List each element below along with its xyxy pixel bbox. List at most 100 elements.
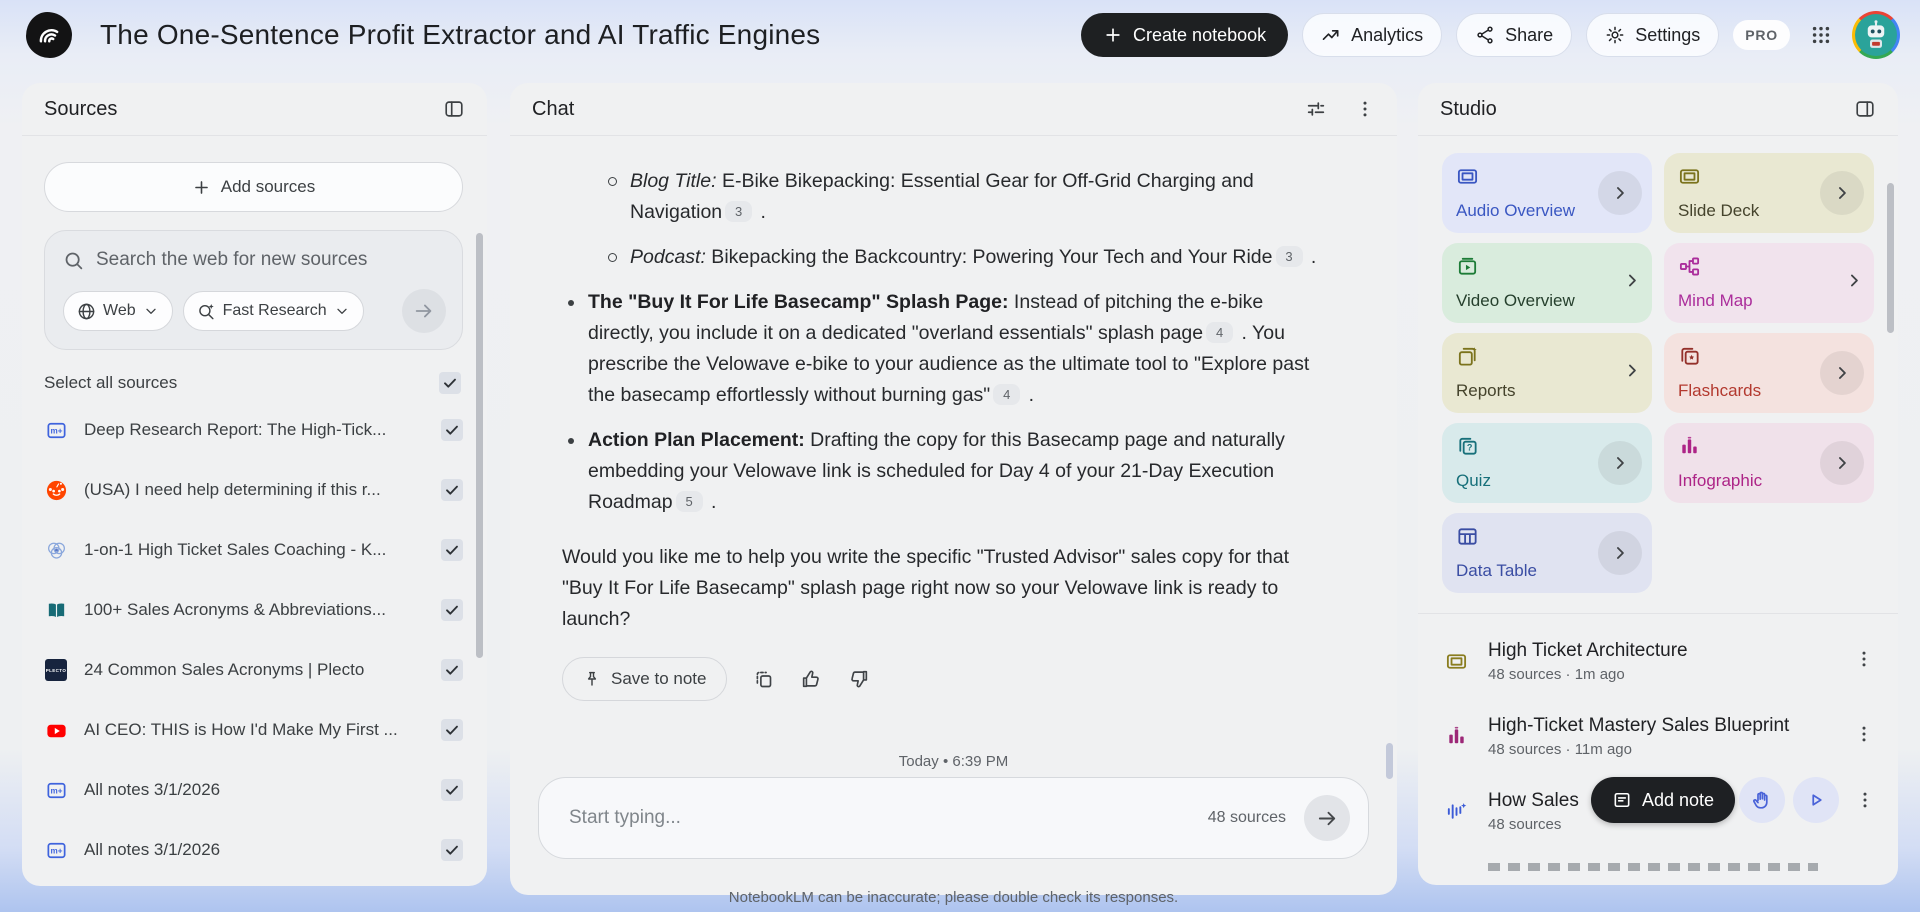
pin-icon (583, 670, 601, 688)
copy-icon[interactable] (753, 669, 774, 690)
send-message-button[interactable] (1304, 795, 1350, 841)
source-checkbox[interactable] (441, 659, 463, 681)
notebooklm-logo-icon[interactable] (26, 12, 72, 58)
data-table-icon (1456, 525, 1479, 553)
user-avatar[interactable] (1852, 11, 1900, 59)
chat-input[interactable]: Start typing... 48 sources (538, 777, 1369, 859)
studio-list-item[interactable]: High-Ticket Mastery Sales Blueprint 48 so… (1442, 699, 1874, 774)
source-list-item[interactable]: (USA) I need help determining if this r.… (44, 460, 463, 520)
chevron-right-icon[interactable] (1598, 441, 1642, 485)
svg-text:m+: m+ (50, 426, 62, 435)
play-audio-button[interactable] (1793, 777, 1840, 823)
reports-icon (1456, 345, 1479, 373)
citation-chip[interactable]: 4 (1206, 322, 1234, 343)
book-icon (44, 598, 68, 622)
slide-deck-icon (1442, 650, 1470, 673)
source-list-item[interactable]: m+ Deep Research Report: The High-Tick... (44, 400, 463, 460)
chevron-right-icon[interactable] (1598, 171, 1642, 215)
citation-chip[interactable]: 3 (1275, 246, 1303, 267)
sources-scrollbar[interactable] (476, 233, 483, 658)
chevron-right-icon[interactable] (1820, 171, 1864, 215)
add-sources-button[interactable]: Add sources (44, 162, 463, 212)
studio-item-menu-icon[interactable] (1855, 790, 1875, 810)
studio-card-reports[interactable]: Reports (1442, 333, 1652, 413)
chat-scrollbar[interactable] (1386, 743, 1393, 779)
studio-card-quiz[interactable]: ? Quiz (1442, 423, 1652, 503)
web-search-box[interactable]: Search the web for new sources Web Fast … (44, 230, 463, 350)
search-submit-button[interactable] (402, 289, 446, 333)
note-icon (1612, 790, 1632, 810)
chevron-right-icon[interactable] (1820, 441, 1864, 485)
share-button[interactable]: Share (1456, 13, 1573, 57)
source-checkbox[interactable] (441, 779, 463, 801)
thumbs-down-icon[interactable] (848, 668, 870, 690)
interactive-mode-button[interactable] (1739, 777, 1786, 823)
thumbs-up-icon[interactable] (800, 668, 822, 690)
analytics-button[interactable]: Analytics (1302, 13, 1443, 57)
citation-chip[interactable]: 3 (725, 201, 753, 222)
chat-settings-tune-icon[interactable] (1305, 98, 1327, 120)
notebook-title[interactable]: The One-Sentence Profit Extractor and AI… (100, 19, 820, 51)
source-checkbox[interactable] (441, 719, 463, 741)
chevron-right-icon[interactable] (1844, 271, 1864, 296)
source-title: Deep Research Report: The High-Tick... (84, 420, 387, 439)
citation-chip[interactable]: 5 (675, 491, 703, 512)
citation-chip[interactable]: 4 (993, 384, 1021, 405)
create-notebook-button[interactable]: Create notebook (1081, 13, 1289, 57)
research-mode-dropdown[interactable]: Fast Research (182, 291, 364, 331)
save-to-note-button[interactable]: Save to note (562, 657, 728, 701)
source-title: AI CEO: THIS is How I'd Make My First ..… (84, 720, 398, 739)
collapse-sources-panel-icon[interactable] (443, 98, 465, 120)
chat-more-menu-icon[interactable] (1355, 99, 1375, 119)
chevron-right-icon[interactable] (1622, 361, 1642, 386)
source-checkbox[interactable] (441, 839, 463, 861)
studio-card-video-overview[interactable]: Video Overview (1442, 243, 1652, 323)
add-note-button[interactable]: Add note (1591, 777, 1736, 823)
message-actions-row: Save to note (562, 657, 1397, 701)
studio-card-data-table[interactable]: Data Table (1442, 513, 1652, 593)
studio-item-meta: 48 sources · 11m ago (1488, 741, 1632, 758)
source-checkbox[interactable] (441, 599, 463, 621)
source-checkbox[interactable] (441, 539, 463, 561)
studio-card-audio-overview[interactable]: Audio Overview (1442, 153, 1652, 233)
google-apps-grid-icon[interactable] (1804, 18, 1838, 52)
source-count-label: 48 sources (1207, 809, 1286, 826)
studio-list-item[interactable]: High Ticket Architecture 48 sources · 1m … (1442, 624, 1874, 699)
chat-input-placeholder[interactable]: Start typing... (569, 807, 1208, 829)
studio-item-menu-icon[interactable] (1854, 724, 1874, 749)
source-list-item[interactable]: m+ All notes 3/1/2026 (44, 760, 463, 820)
studio-card-label: Infographic (1678, 471, 1763, 490)
studio-card-infographic[interactable]: Infographic (1664, 423, 1874, 503)
chevron-right-icon[interactable] (1598, 531, 1642, 575)
source-list-item[interactable]: m+ All notes 3/1/2026 (44, 820, 463, 880)
select-all-checkbox[interactable] (439, 372, 461, 394)
chat-title: Chat (532, 97, 575, 120)
avatar-robot-image (1855, 14, 1897, 56)
studio-title: Studio (1440, 97, 1497, 120)
chat-panel-header: Chat (510, 83, 1397, 136)
chevron-right-icon[interactable] (1820, 351, 1864, 395)
collapse-studio-panel-icon[interactable] (1854, 98, 1876, 120)
source-checkbox[interactable] (441, 419, 463, 441)
infographic-icon (1442, 725, 1470, 748)
source-list-item[interactable]: PLECTO 24 Common Sales Acronyms | Plecto (44, 640, 463, 700)
studio-card-flashcards[interactable]: Flashcards (1664, 333, 1874, 413)
source-title: 100+ Sales Acronyms & Abbreviations... (84, 600, 386, 619)
infographic-icon (1678, 435, 1701, 463)
settings-button[interactable]: Settings (1586, 13, 1720, 57)
search-placeholder[interactable]: Search the web for new sources (96, 249, 367, 271)
studio-card-slide-deck[interactable]: Slide Deck (1664, 153, 1874, 233)
source-list-item[interactable]: AI CEO: THIS is How I'd Make My First ..… (44, 700, 463, 760)
studio-item-menu-icon[interactable] (1854, 649, 1874, 674)
globe-icon (77, 302, 96, 321)
studio-scrollbar[interactable] (1887, 183, 1894, 333)
divider (1418, 613, 1898, 614)
chevron-right-icon[interactable] (1622, 271, 1642, 296)
chat-text-segment: Action Plan Placement: (588, 429, 805, 451)
studio-card-label: Mind Map (1678, 291, 1753, 310)
source-checkbox[interactable] (441, 479, 463, 501)
source-list-item[interactable]: 1-on-1 High Ticket Sales Coaching - K... (44, 520, 463, 580)
web-source-dropdown[interactable]: Web (63, 291, 173, 331)
source-list-item[interactable]: 100+ Sales Acronyms & Abbreviations... (44, 580, 463, 640)
studio-card-mind-map[interactable]: Mind Map (1664, 243, 1874, 323)
